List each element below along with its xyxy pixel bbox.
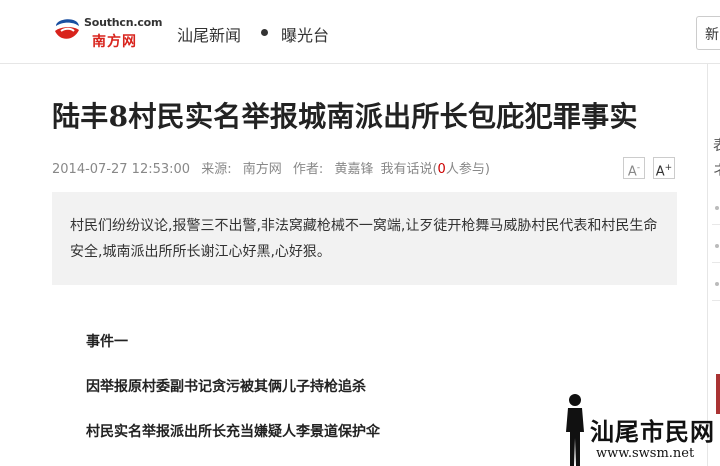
southcn-logo-icon <box>55 19 79 39</box>
source-name: 南方网 <box>242 162 282 177</box>
subchannel-link[interactable]: 曝光台 <box>281 22 329 46</box>
article-meta: 2014-07-27 12:53:00 来源: 南方网 作者: 黄嘉锋 我有话说(… <box>52 158 490 177</box>
article-paragraph: 村民实名举报派出所长充当嫌疑人李景道保护伞 <box>86 424 380 440</box>
sidebar-bullet <box>715 244 719 248</box>
site-watermark: 汕尾市民网 www.swsm.net <box>560 392 720 466</box>
logo-chinese-text: 南方网 <box>92 34 137 50</box>
site-header: Southcn.com 南方网 汕尾新闻 曝光台 新闻 <box>0 0 720 64</box>
sidebar-heading-char: 表 <box>713 135 720 155</box>
watermark-url: www.swsm.net <box>596 446 695 461</box>
article-summary: 村民们纷纷议论,报警三不出警,非法窝藏枪械不一窝端,让歹徒开枪舞马威胁村民代表和… <box>52 192 677 285</box>
sidebar-divider <box>712 300 720 301</box>
sidebar-divider <box>712 224 720 225</box>
article-paragraph: 事件一 <box>86 334 128 350</box>
comment-label: 我有话说( <box>380 162 438 177</box>
font-decrease-button[interactable]: A- <box>623 157 645 179</box>
font-increase-button[interactable]: A+ <box>653 157 675 179</box>
article-title: 陆丰8村民实名举报城南派出所长包庇犯罪事实 <box>52 100 638 133</box>
sidebar-heading-char: ネ <box>713 160 720 180</box>
channel-link[interactable]: 汕尾新闻 <box>177 22 241 46</box>
watermark-text: 汕尾市民网 <box>590 417 715 446</box>
author-label: 作者: <box>292 162 324 177</box>
sidebar-bullet <box>715 206 719 210</box>
comment-count: 0 <box>437 162 446 177</box>
font-decrease-label: A <box>627 164 637 180</box>
comment-suffix: 人参与) <box>445 162 490 177</box>
logo-english-text: Southcn.com <box>84 16 163 29</box>
source-label: 来源: <box>201 162 232 177</box>
comment-link[interactable]: 我有话说(0人参与) <box>380 162 489 177</box>
person-silhouette-icon <box>566 394 584 466</box>
sidebar-bullet <box>715 282 719 286</box>
separator-dot <box>261 29 268 36</box>
font-increase-label: A <box>655 164 665 180</box>
search-input[interactable]: 新闻 <box>696 16 720 50</box>
article-paragraph: 因举报原村委副书记贪污被其俩儿子持枪追杀 <box>86 379 366 395</box>
sidebar-divider <box>712 262 720 263</box>
publish-datetime: 2014-07-27 12:53:00 <box>52 162 191 177</box>
southcn-logo[interactable]: Southcn.com 南方网 <box>52 12 162 52</box>
author-name: 黄嘉锋 <box>334 162 374 177</box>
